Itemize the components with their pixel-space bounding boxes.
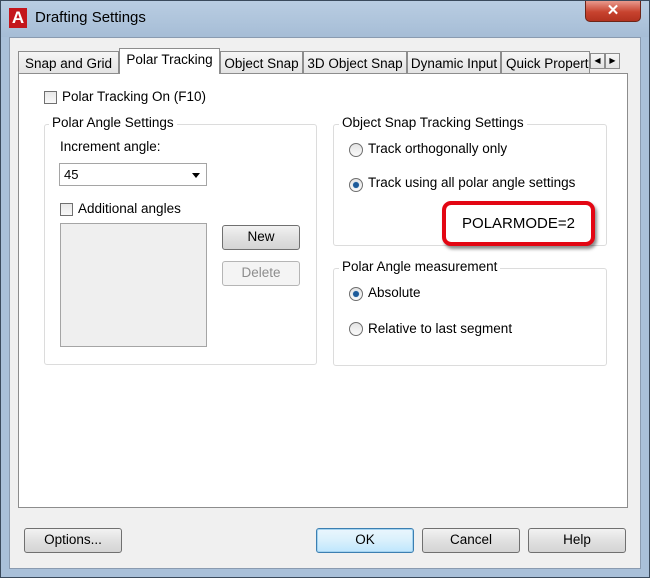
polarmode-callout: POLARMODE=2 xyxy=(442,201,595,246)
track-all-polar-radio[interactable] xyxy=(349,178,363,192)
chevron-right-icon: ▶ xyxy=(609,56,616,65)
polar-angle-measurement-title: Polar Angle measurement xyxy=(339,259,501,274)
polar-angle-settings-title: Polar Angle Settings xyxy=(49,115,177,130)
tab-strip: Snap and Grid Polar Tracking Object Snap… xyxy=(18,48,628,74)
autocad-logo-icon: A xyxy=(9,8,27,28)
help-button[interactable]: Help xyxy=(528,528,626,553)
new-angle-button[interactable]: New xyxy=(222,225,300,250)
increment-angle-dropdown[interactable]: 45 xyxy=(59,163,207,186)
additional-angles-checkbox[interactable] xyxy=(60,203,73,216)
relative-to-last-segment-label[interactable]: Relative to last segment xyxy=(368,321,512,336)
window-title: Drafting Settings xyxy=(35,9,146,26)
track-all-polar-label[interactable]: Track using all polar angle settings xyxy=(368,175,575,190)
chevron-down-icon xyxy=(192,173,200,178)
delete-angle-button[interactable]: Delete xyxy=(222,261,300,286)
additional-angles-list[interactable] xyxy=(60,223,207,347)
tab-quick-properties[interactable]: Quick Propert xyxy=(501,51,590,73)
chevron-left-icon: ◀ xyxy=(594,56,601,65)
object-snap-tracking-title: Object Snap Tracking Settings xyxy=(339,115,527,130)
close-icon: ✕ xyxy=(606,2,620,19)
cancel-button[interactable]: Cancel xyxy=(422,528,520,553)
title-bar[interactable]: A Drafting Settings ✕ xyxy=(1,1,649,37)
tab-dynamic-input[interactable]: Dynamic Input xyxy=(407,51,501,73)
ok-button[interactable]: OK xyxy=(316,528,414,553)
tab-scroll-left-button[interactable]: ◀ xyxy=(590,53,605,69)
options-button[interactable]: Options... xyxy=(24,528,122,553)
tab-polar-tracking[interactable]: Polar Tracking xyxy=(119,48,220,74)
increment-angle-label: Increment angle: xyxy=(60,139,161,154)
close-button[interactable]: ✕ xyxy=(585,1,641,22)
tab-3d-object-snap[interactable]: 3D Object Snap xyxy=(303,51,407,73)
track-orthogonally-radio[interactable] xyxy=(349,143,363,157)
polar-tracking-on-checkbox[interactable] xyxy=(44,91,57,104)
absolute-radio[interactable] xyxy=(349,287,363,301)
tab-object-snap[interactable]: Object Snap xyxy=(220,51,303,73)
increment-angle-value: 45 xyxy=(64,167,79,182)
polar-angle-measurement-group xyxy=(333,268,607,366)
polar-tracking-on-label[interactable]: Polar Tracking On (F10) xyxy=(62,89,206,104)
track-orthogonally-label[interactable]: Track orthogonally only xyxy=(368,141,507,156)
tab-scroll-right-button[interactable]: ▶ xyxy=(605,53,620,69)
tab-snap-and-grid[interactable]: Snap and Grid xyxy=(18,51,119,73)
absolute-label[interactable]: Absolute xyxy=(368,285,421,300)
relative-to-last-segment-radio[interactable] xyxy=(349,322,363,336)
additional-angles-label[interactable]: Additional angles xyxy=(78,201,181,216)
